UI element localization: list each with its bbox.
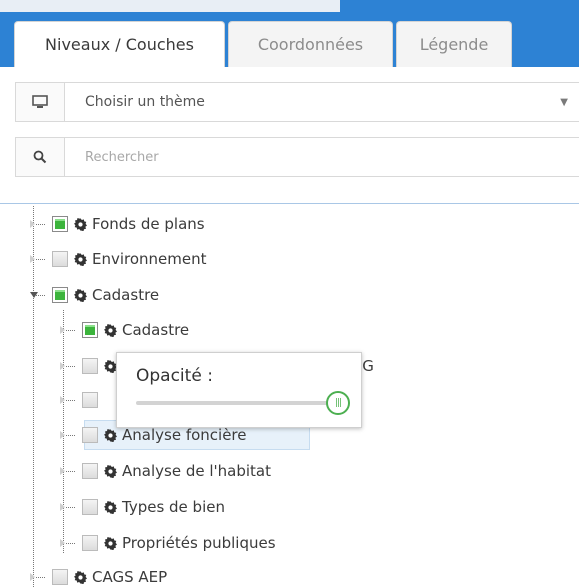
- top-bar-strip-right: [340, 0, 579, 12]
- tree-item-label: Propriétés publiques: [122, 534, 276, 552]
- expand-toggle[interactable]: [60, 538, 75, 548]
- tab-bar: Niveaux / Couches Coordonnées Légende: [14, 21, 515, 67]
- tree-item-analyse-habitat[interactable]: Analyse de l'habitat: [60, 457, 271, 485]
- monitor-icon: [16, 83, 65, 121]
- search-input[interactable]: Rechercher: [65, 150, 579, 165]
- tree-item-label: Fonds de plans: [92, 215, 205, 233]
- grip-icon: |||: [334, 398, 342, 408]
- gear-icon[interactable]: [104, 536, 117, 550]
- tree-item-label: Analyse de l'habitat: [122, 462, 271, 480]
- search-field[interactable]: Rechercher: [15, 137, 579, 177]
- gear-icon[interactable]: [74, 217, 87, 231]
- layer-checkbox[interactable]: [82, 535, 98, 551]
- gear-icon[interactable]: [104, 323, 117, 337]
- tree-item-label: Analyse foncière: [122, 426, 247, 444]
- layer-checkbox[interactable]: [82, 427, 98, 443]
- gear-icon[interactable]: [74, 288, 87, 302]
- collapse-toggle[interactable]: [30, 291, 45, 300]
- layer-checkbox[interactable]: [82, 322, 98, 338]
- layer-checkbox[interactable]: [82, 392, 98, 408]
- expand-toggle[interactable]: [60, 502, 75, 512]
- search-icon: [16, 138, 65, 176]
- opacity-slider-track[interactable]: [136, 401, 342, 405]
- tree-item-hidden[interactable]: [60, 386, 104, 414]
- tab-coordonnees[interactable]: Coordonnées: [228, 21, 393, 67]
- tree-item-label: Environnement: [92, 250, 207, 268]
- layer-checkbox[interactable]: [52, 251, 68, 267]
- tree-item-label: CAGS AEP: [92, 568, 168, 586]
- layer-checkbox[interactable]: [52, 216, 68, 232]
- expand-toggle[interactable]: [60, 466, 75, 476]
- tree-item-label: Cadastre: [92, 286, 160, 304]
- gear-icon[interactable]: [74, 252, 87, 266]
- layer-checkbox[interactable]: [82, 358, 98, 374]
- chevron-down-icon[interactable]: ▼: [560, 97, 568, 108]
- expand-toggle[interactable]: [60, 361, 75, 371]
- tab-niveaux-couches[interactable]: Niveaux / Couches: [14, 21, 225, 67]
- gear-icon[interactable]: [104, 500, 117, 514]
- top-bar-strip: [0, 0, 340, 12]
- tree-item-cadastre[interactable]: Cadastre: [60, 316, 189, 344]
- tree-item-proprietes-publiques[interactable]: Propriétés publiques: [60, 529, 276, 557]
- expand-toggle[interactable]: [30, 219, 45, 229]
- tab-legende[interactable]: Légende: [396, 21, 512, 67]
- layer-checkbox[interactable]: [82, 463, 98, 479]
- tree-item-label: Cadastre: [122, 321, 190, 339]
- expand-toggle[interactable]: [30, 572, 45, 582]
- tree-item-label: Types de bien: [122, 498, 225, 516]
- gear-icon[interactable]: [104, 464, 117, 478]
- expand-toggle[interactable]: [60, 325, 75, 335]
- tree-item-cags-aep[interactable]: CAGS AEP: [30, 563, 167, 587]
- layer-checkbox[interactable]: [52, 287, 68, 303]
- tree-item-cadastre-group[interactable]: Cadastre: [30, 281, 159, 309]
- theme-select[interactable]: Choisir un thème ▼: [15, 82, 579, 122]
- opacity-label: Opacité :: [136, 366, 213, 386]
- tree-item-fonds-de-plans[interactable]: Fonds de plans: [30, 210, 205, 238]
- divider: [0, 203, 579, 204]
- opacity-slider-handle[interactable]: |||: [326, 391, 350, 415]
- opacity-popup: Opacité : |||: [116, 352, 362, 428]
- expand-toggle[interactable]: [60, 430, 75, 440]
- layer-checkbox[interactable]: [52, 569, 68, 585]
- gear-icon[interactable]: [74, 570, 87, 584]
- expand-toggle[interactable]: [60, 395, 75, 405]
- expand-toggle[interactable]: [30, 254, 45, 264]
- layer-checkbox[interactable]: [82, 499, 98, 515]
- theme-select-value: Choisir un thème: [85, 94, 205, 110]
- tree-item-environnement[interactable]: Environnement: [30, 245, 207, 273]
- tree-item-types-de-bien[interactable]: Types de bien: [60, 493, 225, 521]
- gear-icon[interactable]: [104, 428, 117, 442]
